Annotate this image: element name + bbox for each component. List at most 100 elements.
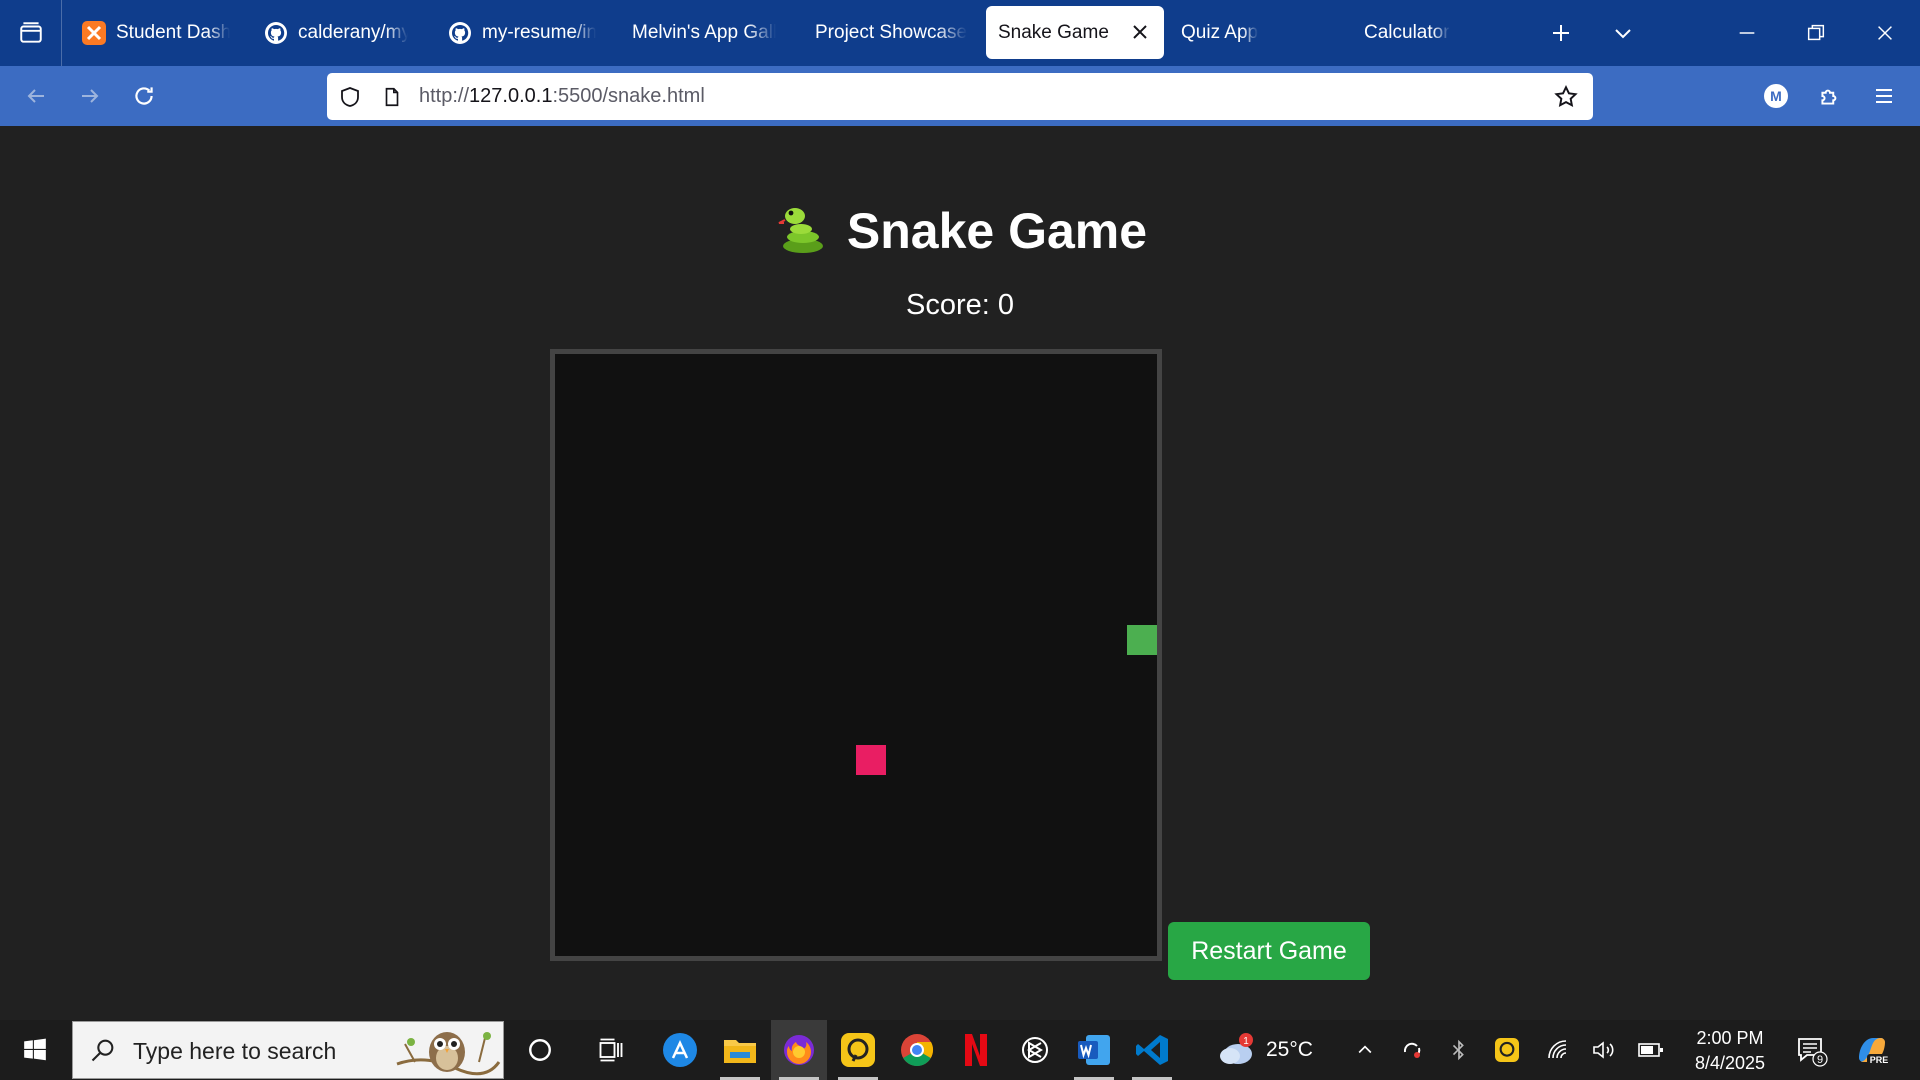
tab-calderany-repo[interactable]: calderany/my-resume	[252, 6, 420, 59]
account-button[interactable]: M	[1753, 73, 1799, 119]
taskbar-chrome[interactable]	[889, 1020, 945, 1080]
cortana-button[interactable]	[512, 1020, 568, 1080]
url-text[interactable]: http://127.0.0.1:5500/snake.html	[419, 85, 705, 108]
copilot-button[interactable]: PRE	[1850, 1020, 1894, 1080]
tray-postman-app[interactable]	[1492, 1020, 1522, 1080]
taskbar-search-box[interactable]: Type here to search	[72, 1021, 504, 1079]
windows-taskbar: Type here to search 1 25°C 2:00 PM 8/4/2…	[0, 1020, 1920, 1080]
tab-quiz-app[interactable]: Quiz App	[1169, 6, 1339, 59]
taskbar-netflix[interactable]	[948, 1020, 1004, 1080]
cloudy-weather-icon: 1	[1220, 1033, 1253, 1064]
tray-battery[interactable]	[1636, 1020, 1666, 1080]
arrow-left-icon	[27, 89, 44, 103]
task-view-button[interactable]	[583, 1020, 639, 1080]
tab-label: Project Showcase	[815, 21, 968, 43]
new-tab-button[interactable]	[1538, 10, 1584, 56]
tray-network[interactable]	[1543, 1020, 1573, 1080]
notifications-icon: 9	[1798, 1038, 1828, 1067]
action-center-button[interactable]: 9	[1792, 1020, 1832, 1080]
arrow-right-icon	[82, 89, 99, 103]
close-tab-icon[interactable]	[1128, 20, 1152, 44]
chrome-icon	[901, 1034, 934, 1066]
folder-icon	[724, 1040, 756, 1063]
close-icon	[1878, 26, 1892, 40]
tab-app-gallery[interactable]: Melvin's App Gallery	[620, 6, 788, 59]
forward-button[interactable]	[67, 73, 113, 119]
snake-head	[1126, 624, 1157, 655]
tray-bluetooth[interactable]	[1444, 1020, 1474, 1080]
clock-time: 2:00 PM	[1696, 1028, 1764, 1048]
tab-label: Student Dashboard	[116, 21, 230, 43]
tab-list-button[interactable]	[0, 0, 62, 66]
url-scheme: http://	[419, 85, 470, 107]
app-menu-button[interactable]	[1861, 73, 1907, 119]
tab-label: calderany/my-resume	[298, 21, 408, 43]
app-store-icon	[663, 1033, 697, 1067]
word-icon	[1078, 1035, 1110, 1065]
taskbar-chatgpt[interactable]	[1007, 1020, 1063, 1080]
restart-game-button[interactable]: Restart Game	[1168, 922, 1370, 980]
page-info-icon[interactable]	[379, 84, 405, 110]
bluetooth-icon	[1452, 1039, 1464, 1061]
taskbar-postman-app[interactable]	[830, 1020, 886, 1080]
github-icon	[264, 21, 288, 45]
firefox-icon	[784, 1035, 814, 1065]
tab-label: Snake Game	[998, 21, 1109, 43]
start-button[interactable]	[7, 1020, 63, 1080]
game-board[interactable]	[550, 349, 1162, 961]
back-button[interactable]	[13, 73, 59, 119]
list-all-tabs-button[interactable]	[1600, 10, 1646, 56]
notification-count: 9	[1817, 1054, 1823, 1066]
address-bar[interactable]: http://127.0.0.1:5500/snake.html	[327, 73, 1593, 120]
page-title: Snake Game	[0, 200, 1920, 260]
show-hidden-icons-button[interactable]	[1350, 1020, 1380, 1080]
extensions-button[interactable]	[1807, 73, 1853, 119]
page-title-text: Snake Game	[846, 203, 1148, 259]
tab-snake-game[interactable]: Snake Game	[986, 6, 1164, 59]
vscode-icon	[1136, 1035, 1168, 1065]
tab-overview-icon	[19, 22, 42, 43]
wifi-icon	[1548, 1040, 1567, 1059]
tab-label: Calculator	[1364, 21, 1450, 43]
sync-status-icon	[1403, 1042, 1421, 1058]
url-host: 127.0.0.1	[469, 85, 553, 107]
page-content: Snake Game Score: 0 Restart Game	[0, 126, 1920, 1020]
tab-project-showcase[interactable]: Project Showcase	[803, 6, 983, 59]
tab-calculator[interactable]: Calculator	[1352, 6, 1522, 59]
tab-label: Quiz App	[1181, 21, 1259, 43]
minimize-button[interactable]	[1724, 10, 1770, 56]
copilot-icon: PRE	[1859, 1038, 1891, 1066]
tab-student-dashboard[interactable]: Student Dashboard	[70, 6, 242, 59]
tray-sync-status[interactable]	[1397, 1020, 1427, 1080]
restore-button[interactable]	[1793, 10, 1839, 56]
tray-volume[interactable]	[1588, 1020, 1618, 1080]
shield-icon[interactable]	[337, 84, 363, 110]
github-icon	[448, 21, 472, 45]
clock-date: 8/4/2025	[1694, 1053, 1766, 1073]
chatgpt-icon	[1022, 1037, 1048, 1063]
taskbar-app-store[interactable]	[652, 1020, 708, 1080]
restore-icon	[1807, 24, 1825, 41]
battery-icon	[1638, 1043, 1663, 1057]
task-view-icon	[599, 1038, 623, 1062]
taskbar-firefox[interactable]	[771, 1020, 827, 1080]
reload-icon	[135, 87, 153, 105]
taskbar-word[interactable]	[1066, 1020, 1122, 1080]
taskbar-file-explorer[interactable]	[712, 1020, 768, 1080]
netflix-icon	[965, 1034, 987, 1066]
close-window-button[interactable]	[1862, 10, 1908, 56]
minimize-icon	[1739, 32, 1755, 34]
reload-button[interactable]	[121, 73, 167, 119]
weather-widget[interactable]: 1	[1212, 1020, 1260, 1080]
copilot-badge: PRE	[1870, 1055, 1889, 1065]
bookmark-star-icon[interactable]	[1553, 84, 1579, 110]
snake-emoji-icon	[778, 208, 823, 253]
url-path: :5500/snake.html	[552, 85, 705, 107]
puzzle-icon	[1821, 89, 1837, 105]
yellow-app-tray-icon	[1495, 1038, 1519, 1062]
yellow-app-icon	[841, 1033, 875, 1067]
taskbar-vscode[interactable]	[1124, 1020, 1180, 1080]
tab-my-resume-index[interactable]: my-resume/index	[436, 6, 608, 59]
speaker-icon	[1593, 1041, 1614, 1059]
taskbar-clock[interactable]: 2:00 PM 8/4/2025	[1680, 1026, 1780, 1076]
